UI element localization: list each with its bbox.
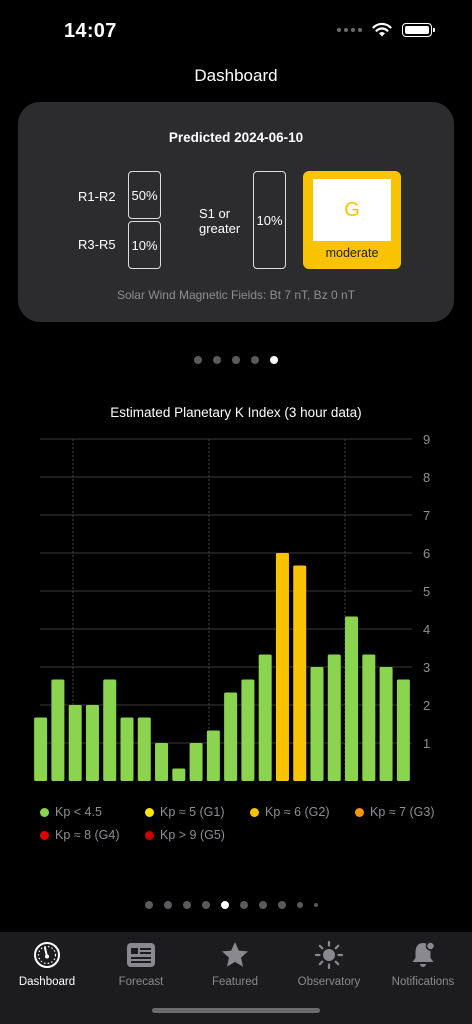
kp-bar — [206, 730, 220, 781]
kp-bar — [396, 679, 410, 781]
kp-bar — [120, 717, 134, 781]
kp-bar — [224, 692, 238, 781]
s1-label: S1 or greater — [199, 206, 241, 236]
tab-featured[interactable]: Featured — [188, 940, 282, 988]
kp-bar-chart: 1 2 3 4 5 6 7 8 9 — [34, 432, 430, 781]
star-icon — [220, 940, 250, 970]
kp-bar — [241, 679, 255, 781]
legend-swatch — [145, 830, 154, 840]
page-dot[interactable] — [194, 356, 202, 364]
kp-bar — [51, 679, 65, 781]
legend-item: Kp ≈ 5 (G1) — [145, 805, 250, 819]
y-tick-label: 3 — [423, 660, 430, 675]
y-tick-label: 9 — [423, 432, 430, 447]
legend-item: Kp ≈ 7 (G3) — [355, 805, 460, 819]
prediction-title: Predicted 2024-06-10 — [168, 130, 304, 145]
r1r2-label: R1-R2 — [78, 189, 116, 204]
y-tick-label: 5 — [423, 584, 430, 599]
chart-legend: Kp < 4.5 Kp ≈ 5 (G1) Kp ≈ 6 (G2) Kp ≈ 7 … — [40, 805, 460, 842]
status-time: 14:07 — [64, 20, 117, 42]
page-dot[interactable] — [232, 356, 240, 364]
chart-title: Estimated Planetary K Index (3 hour data… — [110, 405, 362, 420]
g-scale-level: moderate — [325, 246, 379, 260]
tab-forecast[interactable]: Forecast — [94, 940, 188, 988]
s1-value: 10% — [253, 171, 286, 269]
page-dot[interactable] — [202, 901, 210, 909]
legend-item: Kp ≈ 8 (G4) — [40, 828, 145, 842]
y-tick-label: 4 — [423, 622, 430, 637]
page-dot[interactable] — [251, 356, 259, 364]
tab-label: Dashboard — [18, 976, 76, 988]
card-page-indicator[interactable] — [194, 356, 278, 364]
kp-bar — [293, 565, 307, 781]
kp-bar — [137, 717, 151, 781]
legend-swatch — [40, 807, 49, 817]
page-dot[interactable] — [259, 901, 267, 909]
gauge-icon — [32, 940, 62, 970]
chart-page-indicator[interactable] — [145, 901, 318, 909]
solar-wind-readout: Solar Wind Magnetic Fields: Bt 7 nT, Bz … — [116, 288, 356, 302]
kp-bar — [189, 743, 203, 781]
tab-observatory[interactable]: Observatory — [282, 940, 376, 988]
battery-icon — [402, 22, 435, 37]
page-dot[interactable] — [164, 901, 172, 909]
page-dot[interactable] — [240, 901, 248, 909]
kp-bar — [172, 768, 186, 781]
tab-label: Notifications — [391, 976, 455, 988]
kp-bar — [362, 654, 376, 781]
legend-item: Kp < 4.5 — [40, 805, 145, 819]
kp-bar — [34, 717, 48, 781]
tab-notifications[interactable]: Notifications — [376, 940, 470, 988]
legend-item: Kp > 9 (G5) — [145, 828, 250, 842]
tab-dashboard[interactable]: Dashboard — [0, 940, 94, 988]
page-dot[interactable] — [183, 901, 191, 909]
sun-icon — [314, 940, 344, 970]
legend-swatch — [40, 830, 49, 840]
kp-bar — [68, 705, 82, 781]
kp-bar — [310, 667, 324, 781]
r3r5-label: R3-R5 — [78, 237, 116, 252]
page-dot[interactable] — [213, 356, 221, 364]
legend-item: Kp ≈ 6 (G2) — [250, 805, 355, 819]
home-indicator — [152, 1008, 320, 1013]
y-tick-label: 7 — [423, 508, 430, 523]
legend-swatch — [355, 807, 364, 817]
y-tick-label: 1 — [423, 736, 430, 751]
bell-icon — [408, 940, 438, 970]
cellular-signal-icon — [337, 27, 362, 32]
y-tick-label: 8 — [423, 470, 430, 485]
page-dot-active[interactable] — [221, 901, 229, 909]
newspaper-icon — [126, 940, 156, 970]
kp-bar — [275, 553, 289, 781]
y-tick-label: 2 — [423, 698, 430, 713]
kp-bar — [103, 679, 117, 781]
page-title: Dashboard — [194, 66, 278, 85]
page-dot-active[interactable] — [270, 356, 278, 364]
page-dot[interactable] — [278, 901, 286, 909]
tab-label: Observatory — [297, 976, 361, 988]
wifi-icon — [372, 22, 392, 37]
legend-swatch — [145, 807, 154, 817]
y-tick-label: 6 — [423, 546, 430, 561]
legend-swatch — [250, 807, 259, 817]
page-dot[interactable] — [314, 903, 318, 907]
page-dot[interactable] — [145, 901, 153, 909]
r1r2-value: 50% — [128, 171, 161, 219]
kp-bar — [155, 743, 169, 781]
tab-label: Featured — [211, 976, 259, 988]
prediction-card[interactable]: Predicted 2024-06-10 R1-R2 50% R3-R5 10%… — [18, 102, 454, 322]
kp-bar — [327, 654, 341, 781]
page-dot[interactable] — [297, 902, 303, 908]
kp-bar — [258, 654, 272, 781]
g-scale-card[interactable]: G moderate — [303, 171, 401, 269]
kp-bar — [345, 616, 359, 781]
r3r5-value: 10% — [128, 221, 161, 269]
kp-bar — [379, 667, 393, 781]
tab-label: Forecast — [118, 976, 164, 988]
status-icons — [337, 22, 435, 37]
kp-bar — [85, 705, 99, 781]
g-scale-letter: G — [313, 179, 391, 241]
